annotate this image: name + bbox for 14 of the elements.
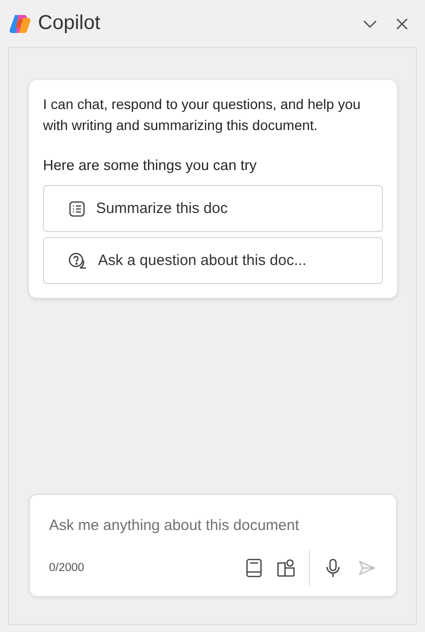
suggestion-button[interactable]: Ask a question about this doc...	[43, 237, 383, 284]
suggestions-heading: Here are some things you can try	[43, 158, 258, 174]
close-icon	[394, 16, 410, 32]
list-icon	[68, 200, 86, 218]
send-icon	[358, 559, 376, 577]
notebook-icon	[245, 558, 263, 578]
message-field[interactable]: Ask me anything about this document 0/2000	[29, 494, 397, 597]
window-title: Copilot	[38, 12, 102, 35]
intro-message: I can chat, respond to your questions, and help you with writing and summarizing this document.	[43, 95, 362, 135]
apps-icon	[276, 558, 296, 578]
character-counter: 0/2000	[49, 562, 86, 574]
suggestion-button[interactable]: Summarize this doc	[43, 185, 383, 232]
question-chat-icon	[68, 252, 88, 270]
microphone-icon	[325, 558, 341, 578]
